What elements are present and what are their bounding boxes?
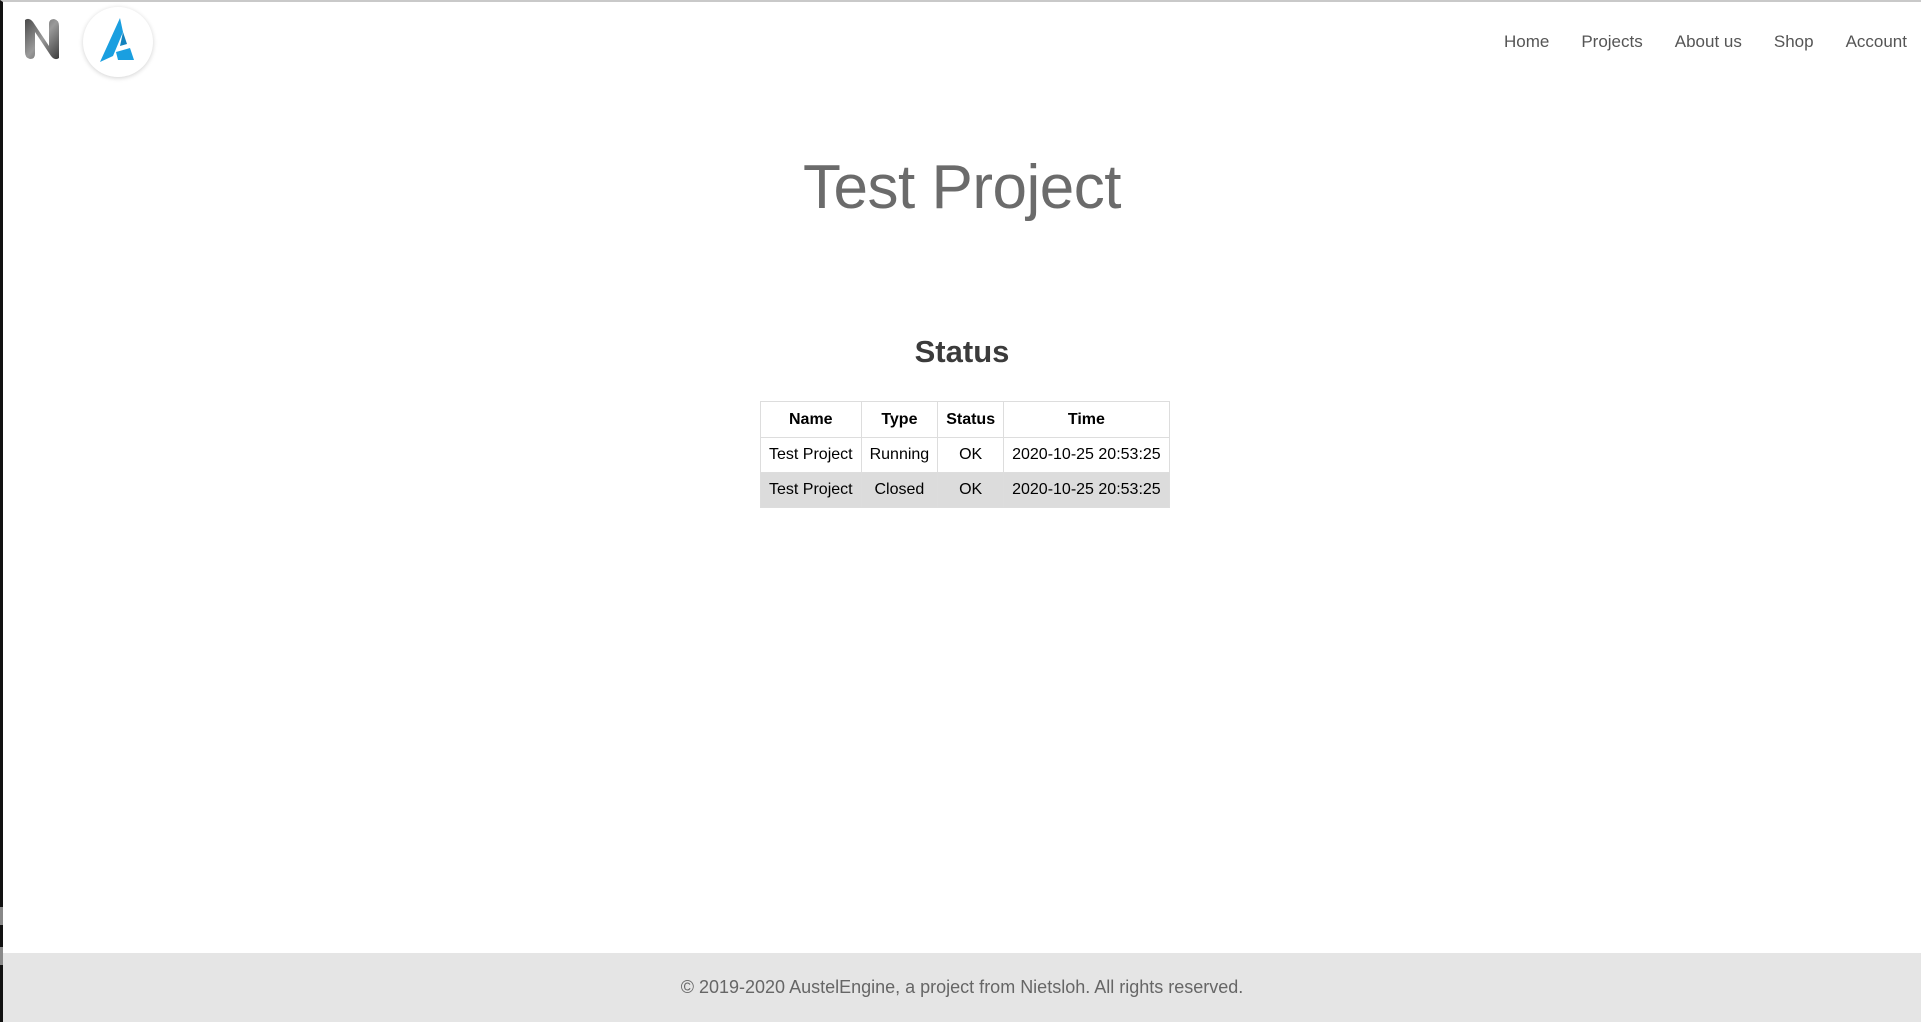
cell-status: OK bbox=[937, 472, 1005, 508]
browser-viewport: Home Projects About us Shop Account Test… bbox=[0, 0, 1921, 1022]
nav-shop[interactable]: Shop bbox=[1774, 30, 1814, 54]
cell-time: 2020-10-25 20:53:25 bbox=[1003, 472, 1170, 508]
a-logo-icon[interactable] bbox=[83, 7, 153, 77]
status-heading: Status bbox=[914, 334, 1010, 369]
cell-status: OK bbox=[937, 437, 1005, 473]
copyright-text: © 2019-2020 AustelEngine, a project from… bbox=[680, 977, 1244, 997]
column-header-name: Name bbox=[760, 401, 862, 438]
table-header-row: Name Type Status Time bbox=[760, 401, 1170, 438]
site-footer: © 2019-2020 AustelEngine, a project from… bbox=[3, 953, 1921, 1022]
cell-time: 2020-10-25 20:53:25 bbox=[1003, 437, 1170, 473]
column-header-status: Status bbox=[937, 401, 1005, 438]
table-row: Test Project Closed OK 2020-10-25 20:53:… bbox=[760, 472, 1170, 508]
column-header-time: Time bbox=[1003, 401, 1170, 438]
cell-type: Running bbox=[860, 437, 939, 473]
cell-name: Test Project bbox=[760, 437, 862, 473]
main-nav: Home Projects About us Shop Account bbox=[1472, 30, 1907, 54]
column-header-type: Type bbox=[860, 401, 939, 438]
nav-about-us[interactable]: About us bbox=[1675, 30, 1742, 54]
table-row: Test Project Running OK 2020-10-25 20:53… bbox=[760, 437, 1170, 473]
cell-name: Test Project bbox=[760, 472, 862, 508]
page-title: Test Project bbox=[803, 153, 1121, 222]
nav-account[interactable]: Account bbox=[1846, 30, 1907, 54]
cell-type: Closed bbox=[860, 472, 939, 508]
nav-home[interactable]: Home bbox=[1504, 30, 1549, 54]
n-logo-icon[interactable] bbox=[22, 16, 62, 62]
nav-projects[interactable]: Projects bbox=[1581, 30, 1642, 54]
status-table: Name Type Status Time Test Project Runni… bbox=[760, 401, 1170, 508]
site-header: Home Projects About us Shop Account bbox=[3, 2, 1921, 80]
